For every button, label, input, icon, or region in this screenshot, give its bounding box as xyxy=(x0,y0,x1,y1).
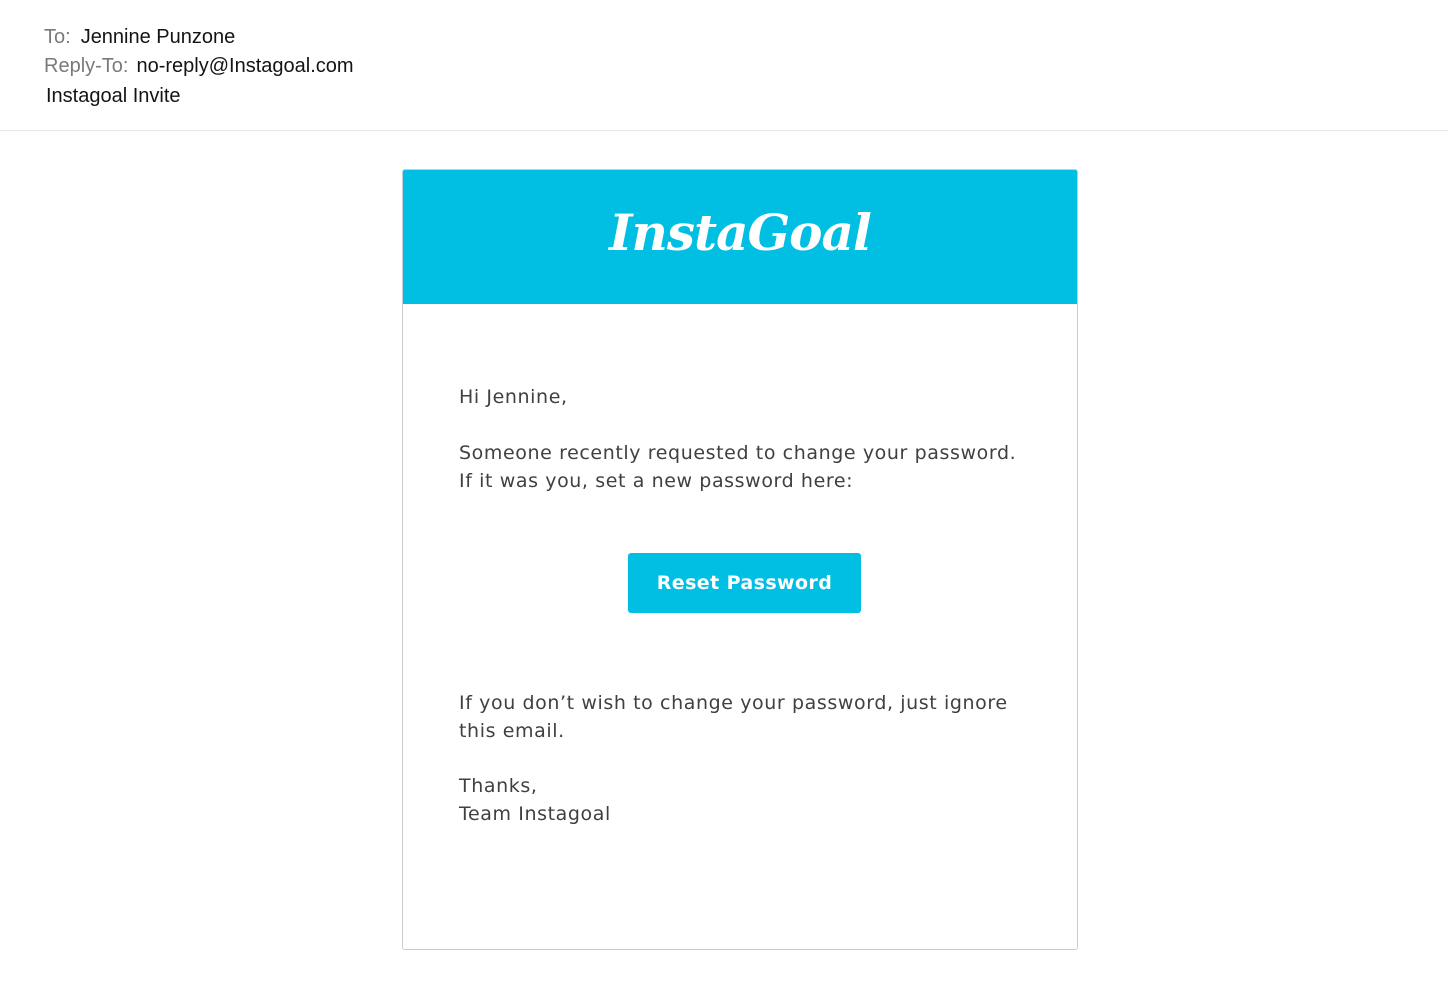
email-header: To: Jennine Punzone Reply-To: no-reply@Ins… xyxy=(0,0,1448,131)
greeting-text: Hi Jennine, xyxy=(459,386,568,408)
email-card: InstaGoal Hi Jennine, Someone recently r… xyxy=(402,169,1078,950)
password-request-paragraph: Someone recently requested to change you… xyxy=(459,439,1049,495)
signoff: Thanks, Team Instagoal xyxy=(459,772,1049,828)
email-subject: Instagoal Invite xyxy=(46,85,181,107)
to-label: To: xyxy=(44,26,71,48)
brand-banner: InstaGoal xyxy=(403,170,1077,304)
to-row: To: Jennine Punzone xyxy=(44,26,235,49)
to-recipient[interactable]: Jennine Punzone xyxy=(81,26,236,48)
signoff-team: Team Instagoal xyxy=(459,803,611,825)
instagoal-logo: InstaGoal xyxy=(609,203,872,262)
ignore-paragraph: If you don’t wish to change your passwor… xyxy=(459,689,1049,745)
paragraph-line: Someone recently requested to change you… xyxy=(459,442,1017,464)
paragraph-line: If you don’t wish to change your passwor… xyxy=(459,692,1008,714)
reset-password-button[interactable]: Reset Password xyxy=(628,553,861,613)
reply-to-address[interactable]: no-reply@Instagoal.com xyxy=(136,55,353,77)
paragraph-line: If it was you, set a new password here: xyxy=(459,470,854,492)
signoff-thanks: Thanks, xyxy=(459,775,538,797)
reply-to-row: Reply-To: no-reply@Instagoal.com xyxy=(44,55,354,78)
paragraph-line: this email. xyxy=(459,720,565,742)
reply-to-label: Reply-To: xyxy=(44,55,129,77)
